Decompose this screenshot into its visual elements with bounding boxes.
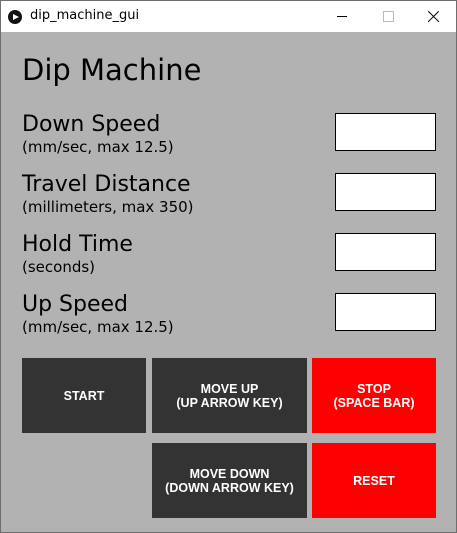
- travel-distance-hint: (millimeters, max 350): [22, 198, 194, 216]
- minimize-button[interactable]: [319, 1, 365, 32]
- down-speed-hint: (mm/sec, max 12.5): [22, 138, 174, 156]
- up-speed-input[interactable]: [335, 293, 436, 331]
- play-icon: [8, 10, 22, 24]
- up-speed-label: Up Speed: [22, 292, 129, 317]
- window-title: dip_machine_gui: [30, 8, 140, 23]
- hold-time-hint: (seconds): [22, 258, 96, 276]
- app-window: dip_machine_gui Dip Machine Down Speed (…: [0, 0, 457, 533]
- travel-distance-input[interactable]: [335, 173, 436, 211]
- travel-distance-label: Travel Distance: [22, 172, 191, 197]
- hold-time-input[interactable]: [335, 233, 436, 271]
- title-bar[interactable]: dip_machine_gui: [1, 1, 456, 32]
- move-down-button[interactable]: MOVE DOWN (DOWN ARROW KEY): [152, 443, 307, 518]
- start-button[interactable]: START: [22, 358, 146, 433]
- down-speed-input[interactable]: [335, 113, 436, 151]
- down-speed-label: Down Speed: [22, 112, 161, 137]
- maximize-button[interactable]: [365, 1, 411, 32]
- page-title: Dip Machine: [22, 53, 202, 87]
- move-up-button[interactable]: MOVE UP (UP ARROW KEY): [152, 358, 307, 433]
- close-button[interactable]: [410, 1, 456, 32]
- hold-time-label: Hold Time: [22, 232, 133, 257]
- stop-button[interactable]: STOP (SPACE BAR): [312, 358, 436, 433]
- up-speed-hint: (mm/sec, max 12.5): [22, 318, 174, 336]
- reset-button[interactable]: RESET: [312, 443, 436, 518]
